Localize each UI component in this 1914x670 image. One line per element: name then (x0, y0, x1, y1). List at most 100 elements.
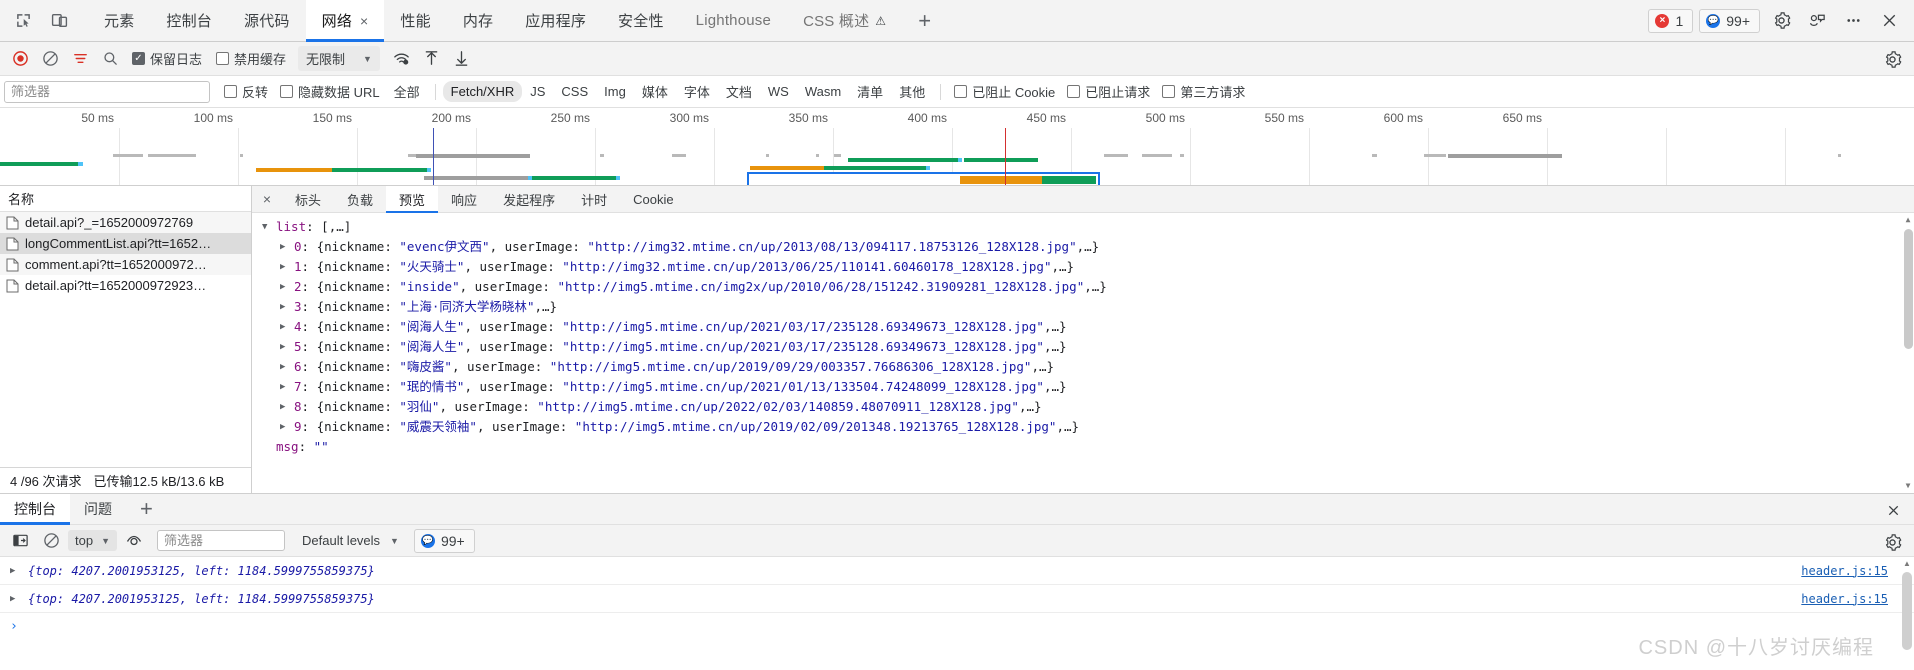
console-log-row[interactable]: ▶ {top: 4207.2001953125, left: 1184.5999… (0, 557, 1914, 585)
detail-tab-cookies[interactable]: Cookie (620, 186, 686, 212)
add-panel-button[interactable]: + (902, 0, 947, 41)
import-har-icon[interactable] (418, 46, 446, 72)
filter-toggle-button[interactable] (66, 46, 94, 72)
scroll-up-arrow-icon[interactable]: ▲ (1903, 215, 1913, 225)
preserve-log-checkbox[interactable]: 保留日志 (126, 49, 208, 68)
search-icon[interactable] (96, 46, 124, 72)
expand-triangle-icon[interactable]: ▶ (280, 357, 294, 377)
console-levels-select[interactable]: Default levels ▼ (302, 533, 399, 548)
detail-tab-response[interactable]: 响应 (438, 186, 490, 212)
console-log-row[interactable]: ▶ {top: 4207.2001953125, left: 1184.5999… (0, 585, 1914, 613)
tab-application[interactable]: 应用程序 (509, 0, 602, 41)
json-root-row[interactable]: ▼ list: [,…] (252, 217, 1914, 237)
network-overview-timeline[interactable]: 50 ms 100 ms 150 ms 200 ms 250 ms 300 ms… (0, 108, 1914, 186)
clear-console-icon[interactable] (37, 528, 65, 554)
filter-type-doc[interactable]: 文档 (718, 79, 760, 104)
console-settings-gear-icon[interactable] (1878, 529, 1906, 555)
wifi-settings-icon[interactable] (388, 46, 416, 72)
expand-triangle-icon[interactable]: ▶ (280, 257, 294, 277)
filter-type-manifest[interactable]: 清单 (849, 79, 891, 104)
drawer-add-tab-button[interactable]: + (126, 494, 167, 524)
expand-triangle-icon[interactable]: ▶ (10, 566, 22, 576)
request-row[interactable]: detail.api?_=1652000972769 (0, 212, 251, 233)
filter-type-ws[interactable]: WS (760, 81, 797, 102)
json-preview-tree[interactable]: ▼ list: [,…] ▶ 0: {nickname: " evenc伊文西 ", u… (252, 213, 1914, 493)
tab-memory[interactable]: 内存 (447, 0, 509, 41)
hide-data-urls-checkbox[interactable]: 隐藏数据 URL (274, 82, 386, 101)
tab-performance[interactable]: 性能 (384, 0, 446, 41)
blocked-cookies-checkbox[interactable]: 已阻止 Cookie (948, 82, 1061, 101)
console-sidebar-icon[interactable] (6, 528, 34, 554)
json-item-row[interactable]: ▶ 4: {nickname: " 阅海人生 ", userImage: " http:… (252, 317, 1914, 337)
expand-triangle-icon[interactable]: ▶ (10, 594, 22, 604)
request-row[interactable]: longCommentList.api?tt=1652… (0, 233, 251, 254)
record-button[interactable] (6, 46, 34, 72)
more-options-icon[interactable] (1838, 6, 1868, 36)
network-settings-gear-icon[interactable] (1878, 46, 1906, 72)
filter-type-all[interactable]: 全部 (386, 79, 428, 104)
disable-cache-checkbox[interactable]: 禁用缓存 (210, 49, 292, 68)
json-item-row[interactable]: ▶ 7: {nickname: " 珉的情书 ", userImage: " http:… (252, 377, 1914, 397)
close-devtools-icon[interactable] (1874, 6, 1904, 36)
close-detail-icon[interactable]: × (252, 186, 282, 212)
invert-checkbox[interactable]: 反转 (218, 82, 274, 101)
filter-type-wasm[interactable]: Wasm (797, 81, 849, 102)
tab-sources[interactable]: 源代码 (228, 0, 306, 41)
expand-triangle-icon[interactable]: ▶ (280, 237, 294, 257)
requests-column-header[interactable]: 名称 (0, 186, 251, 212)
console-scrollbar[interactable]: ▲ (1902, 559, 1912, 668)
message-count-badge[interactable]: 💬 99+ (1699, 8, 1760, 33)
filter-input[interactable] (4, 80, 210, 103)
request-row[interactable]: detail.api?tt=1652000972923… (0, 275, 251, 296)
expand-triangle-icon[interactable]: ▶ (280, 337, 294, 357)
json-item-row[interactable]: ▶ 8: {nickname: " 羽仙 ", userImage: " http://… (252, 397, 1914, 417)
tab-lighthouse[interactable]: Lighthouse (680, 0, 787, 41)
tab-security[interactable]: 安全性 (602, 0, 680, 41)
filter-type-img[interactable]: Img (596, 81, 634, 102)
console-context-select[interactable]: top ▼ (68, 530, 117, 551)
console-message-badge[interactable]: 💬 99+ (413, 528, 475, 553)
blocked-requests-checkbox[interactable]: 已阻止请求 (1061, 82, 1156, 101)
console-messages[interactable]: ▶ {top: 4207.2001953125, left: 1184.5999… (0, 557, 1914, 670)
json-item-row[interactable]: ▶ 5: {nickname: " 阅海人生 ", userImage: " http:… (252, 337, 1914, 357)
settings-gear-icon[interactable] (1766, 6, 1796, 36)
tab-elements[interactable]: 元素 (88, 0, 150, 41)
filter-type-js[interactable]: JS (522, 81, 553, 102)
detail-tab-headers[interactable]: 标头 (282, 186, 334, 212)
scrollbar-thumb[interactable] (1904, 229, 1913, 349)
throttling-select[interactable]: 无限制 ▼ (298, 46, 380, 71)
live-expression-icon[interactable] (120, 528, 148, 554)
filter-type-font[interactable]: 字体 (676, 79, 718, 104)
expand-triangle-icon[interactable]: ▶ (280, 397, 294, 417)
expand-triangle-icon[interactable]: ▶ (280, 297, 294, 317)
expand-triangle-icon[interactable]: ▶ (280, 317, 294, 337)
json-item-row[interactable]: ▶ 3: {nickname: " 上海·同济大学杨晓林 ",…} (252, 297, 1914, 317)
console-log-source-link[interactable]: header.js:15 (1801, 592, 1888, 606)
close-icon[interactable]: × (360, 13, 368, 29)
expand-triangle-icon[interactable]: ▼ (262, 217, 276, 237)
detail-tab-initiator[interactable]: 发起程序 (490, 186, 568, 212)
json-tail-row[interactable]: msg: "" (252, 437, 1914, 457)
filter-type-media[interactable]: 媒体 (634, 79, 676, 104)
json-item-row[interactable]: ▶ 1: {nickname: " 火天骑士 ", userImage: " http:… (252, 257, 1914, 277)
console-prompt[interactable]: › (0, 613, 1914, 639)
filter-type-other[interactable]: 其他 (891, 79, 933, 104)
clear-requests-button[interactable] (36, 46, 64, 72)
detail-tab-payload[interactable]: 负载 (334, 186, 386, 212)
request-row[interactable]: comment.api?tt=1652000972… (0, 254, 251, 275)
console-filter-input[interactable] (157, 530, 285, 551)
scroll-up-arrow-icon[interactable]: ▲ (1902, 559, 1912, 569)
expand-triangle-icon[interactable]: ▶ (280, 417, 294, 437)
error-count-badge[interactable]: × 1 (1648, 8, 1694, 33)
tab-network[interactable]: 网络 × (305, 0, 385, 42)
export-har-icon[interactable] (448, 46, 476, 72)
requests-list[interactable]: detail.api?_=1652000972769 longCommentLi… (0, 212, 251, 467)
expand-triangle-icon[interactable]: ▶ (280, 277, 294, 297)
close-drawer-icon[interactable] (1882, 499, 1904, 521)
filter-type-css[interactable]: CSS (553, 81, 596, 102)
drawer-tab-console[interactable]: 控制台 (0, 494, 70, 525)
third-party-requests-checkbox[interactable]: 第三方请求 (1156, 82, 1251, 101)
drawer-tab-issues[interactable]: 问题 (70, 494, 126, 524)
json-item-row[interactable]: ▶ 2: {nickname: " inside ", userImage: " htt… (252, 277, 1914, 297)
tab-css-overview[interactable]: CSS 概述 ⚠ (787, 0, 902, 41)
